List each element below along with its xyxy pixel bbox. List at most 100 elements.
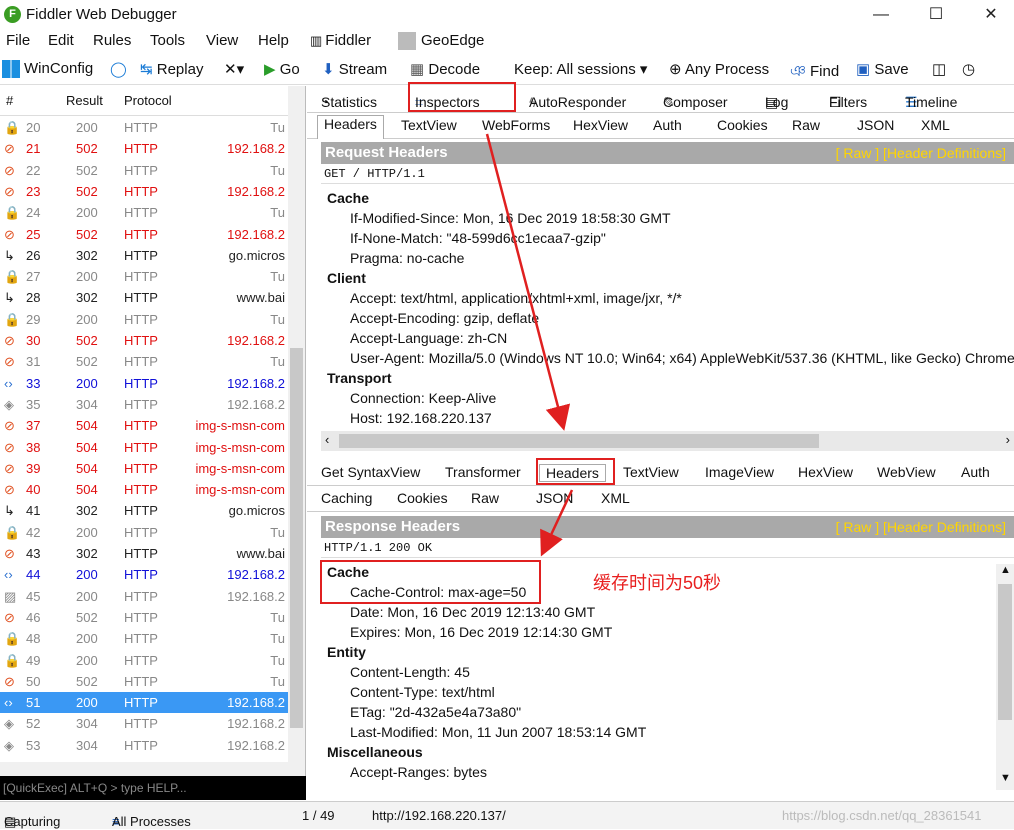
sessions-column-header: # Result Protocol: [0, 86, 288, 116]
session-row[interactable]: 🔒 29 200 HTTP Tu: [0, 309, 288, 330]
session-id: 42: [26, 524, 41, 540]
maximize-button[interactable]: ☐: [913, 0, 959, 30]
session-id: 43: [26, 546, 41, 561]
comment-icon[interactable]: ◯: [110, 60, 127, 78]
session-row[interactable]: ◈ 53 304 HTTP 192.168.2: [0, 735, 288, 756]
session-host: Tu: [270, 120, 285, 135]
session-protocol: HTTP: [124, 354, 158, 370]
session-row[interactable]: ‹› 51 200 HTTP 192.168.2: [0, 692, 288, 714]
menu-file[interactable]: File: [6, 32, 30, 49]
sessions-scroll-thumb[interactable]: [290, 348, 303, 728]
session-row[interactable]: 🔒 27 200 HTTP Tu: [0, 266, 288, 287]
menu-geoedge-label: GeoEdge: [421, 32, 485, 49]
any-process-button[interactable]: ⊕ Any Process: [669, 60, 769, 78]
menu-view[interactable]: View: [206, 32, 238, 49]
blocked-icon: ⊘: [4, 418, 15, 434]
html-icon: ‹›: [4, 375, 13, 391]
session-result: 504: [76, 418, 98, 434]
column-number[interactable]: #: [6, 93, 13, 108]
column-protocol[interactable]: Protocol: [124, 93, 172, 108]
menu-geoedge[interactable]: GeoEdge: [398, 32, 485, 51]
session-protocol: HTTP: [124, 631, 158, 647]
close-button[interactable]: ✕: [968, 0, 1014, 30]
session-row[interactable]: ⊘ 22 502 HTTP Tu: [0, 160, 288, 181]
quickexec-input[interactable]: [QuickExec] ALT+Q > type HELP...: [0, 776, 306, 800]
stream-button[interactable]: ⬇ Stream: [322, 60, 387, 78]
session-id: 25: [26, 226, 41, 242]
sessions-scrollbar[interactable]: [288, 86, 305, 762]
keep-sessions-dropdown[interactable]: Keep: All sessions ▾: [514, 60, 647, 78]
session-id: 46: [26, 609, 41, 625]
session-row[interactable]: ⊘ 43 302 HTTP www.bai: [0, 543, 288, 564]
sessions-hscrollbar[interactable]: [0, 762, 305, 776]
decode-button[interactable]: ▦ Decode: [410, 60, 480, 78]
session-host: Tu: [270, 524, 285, 540]
session-row[interactable]: ⊘ 25 502 HTTP 192.168.2: [0, 224, 288, 245]
session-result: 200: [76, 524, 98, 540]
session-host: Tu: [270, 205, 285, 221]
session-result: 200: [76, 631, 98, 647]
minimize-button[interactable]: —: [858, 0, 904, 30]
session-row[interactable]: ↳ 28 302 HTTP www.bai: [0, 287, 288, 308]
session-row[interactable]: ⊘ 21 502 HTTP 192.168.2: [0, 138, 288, 159]
find-button[interactable]: ঞ Find: [790, 60, 839, 85]
session-result: 302: [76, 503, 98, 519]
session-row[interactable]: ⊘ 50 502 HTTP Tu: [0, 671, 288, 692]
crosshair-icon: ⊕: [669, 61, 682, 78]
menu-help[interactable]: Help: [258, 32, 289, 49]
go-button[interactable]: ▶ Go: [264, 60, 300, 78]
session-id: 35: [26, 396, 41, 412]
replay-button[interactable]: ↹ Replay: [140, 60, 203, 78]
session-row[interactable]: ‹› 33 200 HTTP 192.168.2: [0, 373, 288, 394]
session-row[interactable]: ⊘ 40 504 HTTP img-s-msn-com: [0, 479, 288, 500]
session-protocol: HTTP: [124, 247, 158, 263]
session-row[interactable]: ⊘ 38 504 HTTP img-s-msn-com: [0, 437, 288, 458]
session-row[interactable]: ↳ 41 302 HTTP go.micros: [0, 500, 288, 521]
session-result: 302: [76, 290, 98, 306]
winconfig-button[interactable]: WinConfig: [2, 60, 94, 79]
session-row[interactable]: ◈ 35 304 HTTP 192.168.2: [0, 394, 288, 415]
session-host: 192.168.2: [227, 183, 285, 199]
session-host: 192.168.2: [227, 333, 285, 348]
decode-label: Decode: [428, 61, 481, 78]
toolbar: WinConfig ◯ ↹ Replay ✕▾ ▶ Go ⬇ Stream ▦ …: [0, 55, 1014, 85]
blocked-icon: ⊘: [4, 460, 15, 476]
session-row[interactable]: 🔒 24 200 HTTP Tu: [0, 202, 288, 223]
session-row[interactable]: ⊘ 39 504 HTTP img-s-msn-com: [0, 458, 288, 479]
session-row[interactable]: ⊘ 31 502 HTTP Tu: [0, 351, 288, 372]
session-row[interactable]: ⊘ 46 502 HTTP Tu: [0, 607, 288, 628]
session-row[interactable]: ‹› 44 200 HTTP 192.168.2: [0, 564, 288, 585]
window-title: Fiddler Web Debugger: [26, 6, 177, 23]
session-protocol: HTTP: [124, 737, 158, 753]
session-row[interactable]: ↳ 26 302 HTTP go.micros: [0, 245, 288, 266]
column-result[interactable]: Result: [66, 93, 103, 108]
session-row[interactable]: 🔒 48 200 HTTP Tu: [0, 628, 288, 649]
session-protocol: HTTP: [124, 269, 158, 285]
remove-button[interactable]: ✕▾: [224, 60, 244, 78]
session-row[interactable]: 🔒 49 200 HTTP Tu: [0, 650, 288, 671]
save-button[interactable]: ▣ Save: [856, 60, 909, 78]
timer-icon[interactable]: ◷: [962, 60, 975, 78]
session-url: http://192.168.220.137/: [372, 808, 506, 823]
session-row[interactable]: 🔒 42 200 HTTP Tu: [0, 522, 288, 543]
session-protocol: HTTP: [124, 290, 158, 306]
session-row[interactable]: ▨ 45 200 HTTP 192.168.2: [0, 586, 288, 607]
session-row[interactable]: ⊘ 23 502 HTTP 192.168.2: [0, 181, 288, 202]
session-host: 192.168.2: [227, 141, 285, 157]
winconfig-label: WinConfig: [24, 60, 94, 77]
menu-edit[interactable]: Edit: [48, 32, 74, 49]
menu-tools[interactable]: Tools: [150, 32, 185, 49]
session-row[interactable]: 🔒 20 200 HTTP Tu: [0, 117, 288, 138]
menu-fiddler[interactable]: ▥ Fiddler: [310, 32, 371, 49]
session-id: 23: [26, 183, 41, 199]
session-row[interactable]: ⊘ 37 504 HTTP img-s-msn-com: [0, 415, 288, 436]
session-result: 302: [76, 247, 98, 263]
session-protocol: HTTP: [124, 716, 158, 732]
session-row[interactable]: ⊘ 30 502 HTTP 192.168.2: [0, 330, 288, 351]
session-result: 200: [76, 120, 98, 135]
screenshot-icon[interactable]: ◫: [932, 60, 946, 78]
session-host: Tu: [270, 311, 285, 327]
session-row[interactable]: ◈ 52 304 HTTP 192.168.2: [0, 713, 288, 734]
session-id: 51: [26, 695, 41, 711]
menu-rules[interactable]: Rules: [93, 32, 131, 49]
